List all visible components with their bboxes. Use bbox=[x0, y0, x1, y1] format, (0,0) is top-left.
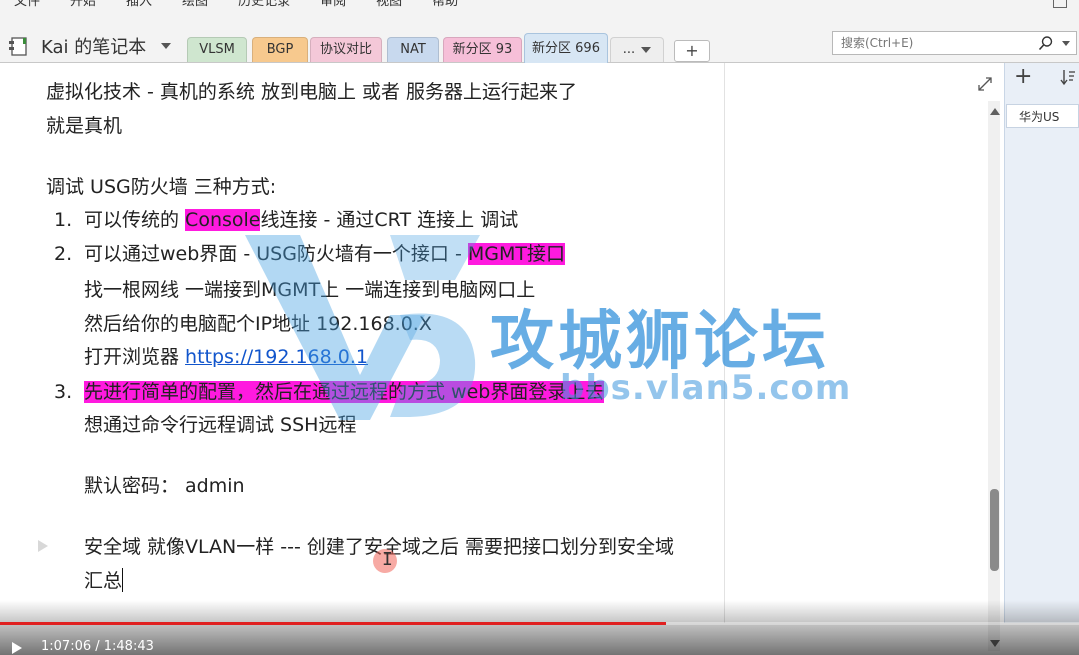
section-tab-label: 新分区 696 bbox=[532, 41, 600, 56]
chevron-down-icon[interactable] bbox=[641, 46, 652, 53]
video-progress-fill bbox=[0, 622, 666, 625]
list-number: 3. bbox=[54, 381, 73, 403]
text-caret bbox=[122, 568, 123, 592]
page-left-gutter bbox=[0, 63, 32, 623]
section-tab-label: 协议对比 bbox=[319, 42, 372, 57]
scrollbar-thumb[interactable] bbox=[990, 489, 999, 571]
full-page-view-icon[interactable] bbox=[977, 76, 993, 92]
section-tab[interactable]: 新分区 696 bbox=[524, 33, 608, 63]
ribbon-menu: 文件 开始 插入 绘图 历史记录 审阅 视图 帮助 bbox=[0, 0, 1079, 8]
section-tab-label: ... bbox=[622, 42, 636, 57]
list-number: 2. bbox=[54, 243, 73, 265]
search-input[interactable] bbox=[841, 34, 1036, 51]
note-line[interactable]: 默认密码： admin bbox=[84, 472, 245, 500]
note-heading[interactable]: 调试 USG防火墙 三种方式: bbox=[46, 173, 276, 201]
section-tab[interactable]: VLSM bbox=[187, 37, 247, 62]
video-progress-bar[interactable] bbox=[0, 622, 1079, 625]
notebook-navbar: Kai 的笔记本 VLSM BGP 协议对比 NAT 新分区 93 新分区 696... … bbox=[0, 8, 1079, 63]
list-item-text: 可以传统的 bbox=[84, 209, 186, 231]
watermark-logo-icon bbox=[245, 235, 480, 420]
note-line[interactable]: 虚拟化技术 - 真机的系统 放到电脑上 或者 服务器上运行起来了 bbox=[46, 78, 577, 106]
section-tab-label: VLSM bbox=[199, 42, 235, 57]
restore-window-icon[interactable] bbox=[1053, 0, 1067, 8]
add-section-button[interactable]: + bbox=[674, 40, 710, 62]
mouse-ibeam-icon: I bbox=[382, 549, 393, 570]
sort-pages-icon[interactable] bbox=[1060, 68, 1076, 86]
menu-item[interactable]: 历史记录 bbox=[238, 0, 290, 8]
paragraph-handle-icon[interactable] bbox=[38, 540, 48, 552]
search-icon[interactable] bbox=[1038, 35, 1054, 51]
video-time: 1:07:06 / 1:48:43 bbox=[41, 639, 154, 654]
scroll-up-arrow-icon[interactable] bbox=[990, 108, 1000, 115]
section-tab-label: NAT bbox=[400, 42, 426, 57]
menu-item[interactable]: 文件 bbox=[14, 0, 40, 8]
section-tab-label: BGP bbox=[266, 42, 294, 57]
menu-item[interactable]: 审阅 bbox=[320, 0, 346, 8]
menu-items: 文件 开始 插入 绘图 历史记录 审阅 视图 帮助 bbox=[14, 0, 488, 8]
page-list-pane bbox=[1004, 63, 1079, 623]
menu-item[interactable]: 帮助 bbox=[432, 0, 458, 8]
section-tab[interactable]: 协议对比 bbox=[310, 37, 382, 62]
menu-item[interactable]: 插入 bbox=[126, 0, 152, 8]
page-list-item[interactable]: 华为US bbox=[1006, 104, 1079, 128]
notebook-dropdown-icon[interactable] bbox=[161, 43, 171, 49]
add-page-icon[interactable]: + bbox=[1014, 64, 1032, 89]
video-controls-overlay bbox=[0, 600, 1079, 655]
list-item-text: 打开浏览器 bbox=[84, 346, 186, 368]
menu-item[interactable]: 视图 bbox=[376, 0, 402, 8]
search-scope-dropdown-icon[interactable] bbox=[1062, 41, 1070, 46]
menu-item[interactable]: 开始 bbox=[70, 0, 96, 8]
section-tab-label: 新分区 93 bbox=[452, 42, 513, 57]
section-tab[interactable]: BGP bbox=[252, 37, 308, 62]
note-line[interactable]: 汇总 bbox=[84, 567, 122, 595]
search-box[interactable] bbox=[832, 31, 1077, 55]
more-sections-tab[interactable]: ... bbox=[610, 37, 664, 62]
play-icon[interactable] bbox=[12, 642, 22, 654]
note-line[interactable]: 就是真机 bbox=[46, 112, 122, 140]
section-tab[interactable]: 新分区 93 bbox=[443, 37, 522, 62]
notebook-title[interactable]: Kai 的笔记本 bbox=[41, 33, 146, 59]
watermark-url: bbs.vlan5.com bbox=[560, 368, 852, 408]
menu-item[interactable]: 绘图 bbox=[182, 0, 208, 8]
notebook-icon[interactable] bbox=[8, 35, 30, 57]
section-tab[interactable]: NAT bbox=[387, 37, 439, 62]
list-number: 1. bbox=[54, 209, 73, 231]
